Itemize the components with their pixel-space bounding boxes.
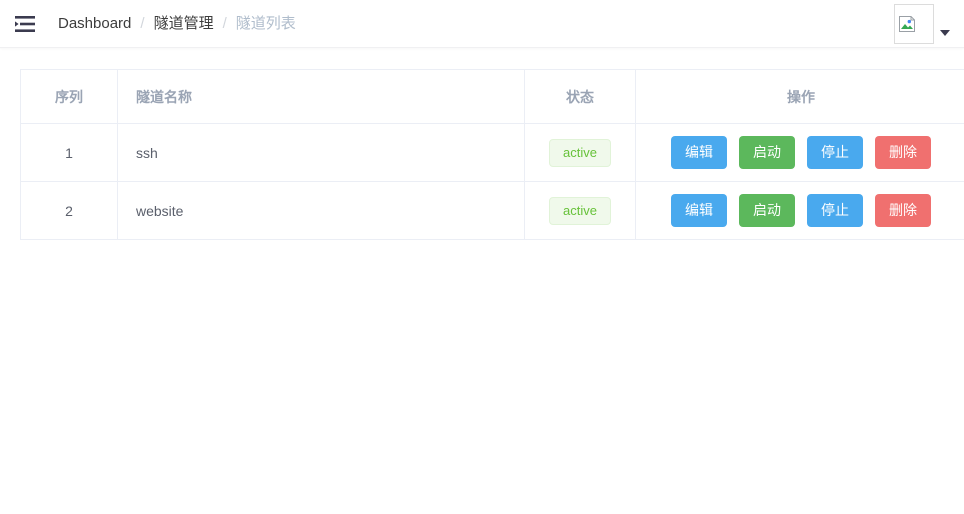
start-button[interactable]: 启动 [739, 136, 795, 169]
user-dropdown-toggle[interactable] [934, 4, 956, 44]
cell-status: active [524, 123, 636, 182]
edit-button[interactable]: 编辑 [671, 136, 727, 169]
status-badge: active [549, 138, 611, 167]
start-button[interactable]: 启动 [739, 194, 795, 227]
status-badge: active [549, 196, 611, 225]
breadcrumb-item-tunnel-management[interactable]: 隧道管理 [154, 16, 214, 31]
column-header-index: 序列 [20, 69, 118, 124]
action-button-group: 编辑 启动 停止 删除 [636, 194, 964, 227]
table-body: 1 ssh active 编辑 启动 停止 删除 2 website activ… [20, 123, 964, 240]
cell-actions: 编辑 启动 停止 删除 [635, 123, 964, 182]
breadcrumb: Dashboard / 隧道管理 / 隧道列表 [58, 16, 296, 31]
table-header: 序列 隧道名称 状态 操作 [20, 69, 964, 124]
cell-index: 1 [20, 123, 118, 182]
stop-button[interactable]: 停止 [807, 136, 863, 169]
main-content: 序列 隧道名称 状态 操作 1 ssh active 编辑 启动 停止 删除 2… [0, 48, 964, 240]
user-menu [894, 0, 956, 48]
menu-fold-icon[interactable] [8, 7, 42, 41]
stop-button[interactable]: 停止 [807, 194, 863, 227]
edit-button[interactable]: 编辑 [671, 194, 727, 227]
delete-button[interactable]: 删除 [875, 136, 931, 169]
avatar[interactable] [894, 4, 934, 44]
cell-name: website [117, 181, 525, 240]
column-header-name: 隧道名称 [117, 69, 525, 124]
delete-button[interactable]: 删除 [875, 194, 931, 227]
cell-status: active [524, 181, 636, 240]
table-header-row: 序列 隧道名称 状态 操作 [20, 69, 964, 124]
column-header-actions: 操作 [635, 69, 964, 124]
column-header-status: 状态 [524, 69, 636, 124]
top-header-bar: Dashboard / 隧道管理 / 隧道列表 [0, 0, 964, 48]
breadcrumb-item-tunnel-list: 隧道列表 [235, 15, 296, 32]
broken-image-icon [899, 16, 915, 32]
caret-down-icon [940, 30, 950, 36]
breadcrumb-separator: / [222, 15, 227, 32]
tunnel-list-table: 序列 隧道名称 状态 操作 1 ssh active 编辑 启动 停止 删除 2… [20, 69, 964, 240]
cell-actions: 编辑 启动 停止 删除 [635, 181, 964, 240]
breadcrumb-item-dashboard[interactable]: Dashboard [58, 16, 131, 31]
cell-name: ssh [117, 123, 525, 182]
breadcrumb-separator: / [140, 15, 145, 32]
action-button-group: 编辑 启动 停止 删除 [636, 136, 964, 169]
cell-index: 2 [20, 181, 118, 240]
table-row: 1 ssh active 编辑 启动 停止 删除 [20, 123, 964, 182]
table-row: 2 website active 编辑 启动 停止 删除 [20, 181, 964, 240]
